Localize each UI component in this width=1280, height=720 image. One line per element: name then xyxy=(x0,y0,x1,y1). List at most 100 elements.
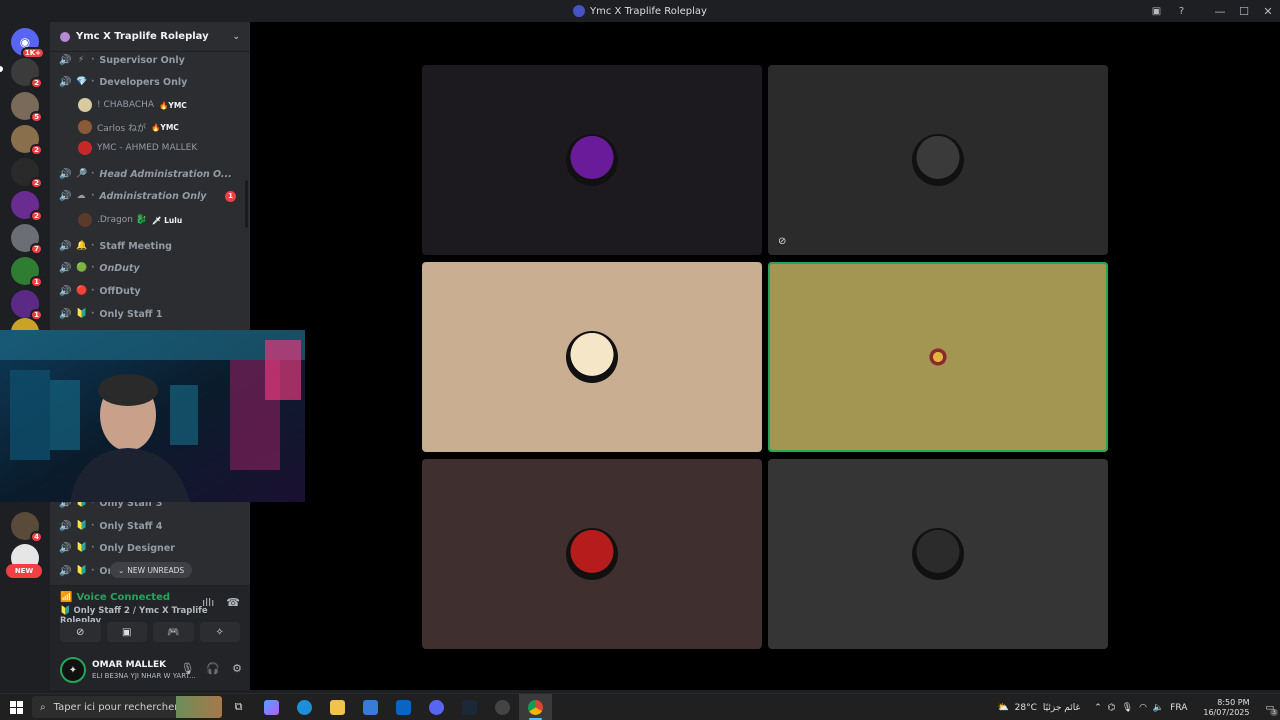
avatar[interactable]: ✦ xyxy=(60,657,86,683)
taskbar-copilot[interactable] xyxy=(255,694,288,720)
participant-tile[interactable] xyxy=(768,262,1108,452)
participant-tile[interactable] xyxy=(768,459,1108,649)
new-unreads-button[interactable]: ⌄ NEW UNREADS xyxy=(110,562,193,578)
channel-name: Supervisor Only xyxy=(99,54,185,66)
clock-date: 16/07/2025 xyxy=(1203,707,1250,717)
staff-icon: 🔰 xyxy=(60,606,74,616)
chevron-down-icon[interactable]: ⌄ xyxy=(232,32,240,42)
voice-member[interactable]: Carlos ねが 🔥YMC xyxy=(78,117,179,137)
member-name: .Dragon 🐉 xyxy=(97,215,147,225)
chevron-up-icon[interactable]: ⌃ xyxy=(1094,703,1102,713)
new-servers-tag[interactable]: NEW xyxy=(6,564,42,578)
weather-icon[interactable]: ⛅ xyxy=(997,703,1008,713)
voice-status[interactable]: 📶 Voice Connected xyxy=(60,592,170,603)
server-icon-7[interactable]: 1 xyxy=(11,290,43,321)
voice-channel[interactable]: 🔊 🔔 · Staff Meeting xyxy=(50,236,246,256)
camera-off-icon: ⊘ xyxy=(76,626,85,638)
member-tag: 🗡 Lulu xyxy=(152,215,183,225)
server-icon-9[interactable]: 4 xyxy=(11,512,43,543)
inbox-icon[interactable]: ▣ xyxy=(1144,0,1169,22)
participant-tile[interactable]: ⊘ xyxy=(768,65,1108,255)
microphone-icon[interactable]: 🎙 xyxy=(180,662,194,675)
channel-name: Only Staff 4 xyxy=(99,520,163,532)
volume-icon[interactable]: 🔈 xyxy=(1153,703,1164,713)
clock[interactable]: 8:50 PM 16/07/2025 xyxy=(1203,698,1249,718)
channel-emoji: 🔰 xyxy=(76,566,88,576)
weather-temp[interactable]: 28°C xyxy=(1015,703,1037,713)
disconnect-icon[interactable]: ☎ xyxy=(226,596,240,609)
taskbar-explorer[interactable] xyxy=(321,694,354,720)
minimize-button[interactable]: — xyxy=(1208,0,1232,22)
scrollbar[interactable] xyxy=(245,180,248,228)
activities-button[interactable]: 🎮 xyxy=(153,622,194,642)
taskbar-edge[interactable] xyxy=(288,694,321,720)
screen-share-icon: ▣ xyxy=(122,626,132,638)
voice-channel[interactable]: 🔊 🔎 · Head Administration O... xyxy=(50,164,246,184)
search-highlight-image xyxy=(176,696,222,718)
microphone-tray-icon[interactable]: 🎙 xyxy=(1122,703,1133,713)
start-button[interactable] xyxy=(0,694,32,720)
speaker-icon: 🔊 xyxy=(59,285,72,297)
taskbar-search[interactable]: ⌕ Taper ici pour rechercher xyxy=(32,696,222,718)
headphones-icon[interactable]: 🎧 xyxy=(206,662,220,675)
voice-channel[interactable]: 🔊 🟢 · OnDuty xyxy=(50,258,246,278)
taskbar-app[interactable] xyxy=(486,694,519,720)
server-icon-3[interactable]: 2 xyxy=(11,158,43,189)
voice-member[interactable]: YMC - AHMED MALLEK xyxy=(78,138,197,158)
username[interactable]: OMAR MALLEK xyxy=(92,660,166,670)
member-tag: 🔥YMC xyxy=(151,122,179,132)
participant-tile[interactable] xyxy=(422,262,762,452)
speaker-icon: 🔊 xyxy=(59,520,72,532)
separator-dot: · xyxy=(91,566,95,576)
voice-channel[interactable]: 🔊 🔰 · Only Staff 1 xyxy=(50,304,246,324)
maximize-button[interactable]: ☐ xyxy=(1232,0,1256,22)
screen-share-button[interactable]: ▣ xyxy=(106,622,147,642)
taskbar-store[interactable] xyxy=(354,694,387,720)
participant-tile[interactable] xyxy=(422,459,762,649)
language-indicator[interactable]: FRA xyxy=(1170,703,1187,713)
notification-icon[interactable]: ▭ 3 xyxy=(1265,703,1278,716)
server-header[interactable]: Ymc X Traplife Roleplay ⌄ xyxy=(50,22,250,52)
server-icon-5[interactable]: 7 xyxy=(11,224,43,255)
voice-member[interactable]: .Dragon 🐉 🗡 Lulu xyxy=(78,210,182,230)
home-button[interactable]: ◉ 1K+ xyxy=(11,28,45,59)
task-view-button[interactable]: ⧉ xyxy=(222,694,255,720)
channel-emoji: 🔰 xyxy=(76,543,88,553)
channel-name: OnDuty xyxy=(99,262,140,274)
search-placeholder: Taper ici pour rechercher xyxy=(53,701,179,713)
clock-time: 8:50 PM xyxy=(1217,697,1250,707)
voice-channel[interactable]: 🔊 💎 · Developers Only xyxy=(50,72,246,92)
network-icon[interactable]: ⌬ xyxy=(1108,703,1116,713)
server-icon-4[interactable]: 2 xyxy=(11,191,43,222)
channel-emoji: 🔰 xyxy=(76,309,88,319)
help-icon[interactable]: ? xyxy=(1169,0,1194,22)
voice-channel[interactable]: 🔊 ⚡ · Supervisor Only xyxy=(50,50,246,70)
camera-off-button[interactable]: ⊘ xyxy=(60,622,101,642)
server-icon-6[interactable]: 1 xyxy=(11,257,43,288)
speaker-icon: 🔊 xyxy=(59,240,72,252)
voice-member[interactable]: ! CHABACHA 🔥YMC xyxy=(78,95,187,115)
taskbar-discord[interactable] xyxy=(420,694,453,720)
noise-suppression-icon[interactable]: ıllı xyxy=(202,596,214,609)
taskbar-steam[interactable] xyxy=(453,694,486,720)
server-icon-2[interactable]: 2 xyxy=(11,125,43,156)
new-unreads-label: NEW UNREADS xyxy=(127,565,185,575)
voice-channel[interactable]: 🔊 🔰 · Only Staff 4 xyxy=(50,516,246,536)
close-button[interactable]: ✕ xyxy=(1256,0,1280,22)
webcam-overlay xyxy=(0,330,305,502)
taskbar-outlook[interactable] xyxy=(387,694,420,720)
voice-channel[interactable]: 🔊 ☁ · Administration Only 1 xyxy=(50,186,246,206)
member-name: YMC - AHMED MALLEK xyxy=(97,143,198,153)
wifi-icon[interactable]: ◠ xyxy=(1139,703,1147,713)
participant-tile[interactable] xyxy=(422,65,762,255)
voice-channel[interactable]: 🔊 🔰 · Only Designer xyxy=(50,538,246,558)
gear-icon[interactable]: ⚙ xyxy=(232,662,242,675)
server-icon-0[interactable]: 2 xyxy=(11,58,43,89)
server-icon-1[interactable]: 5 xyxy=(11,92,43,123)
voice-channel[interactable]: 🔊 🔴 · OffDuty xyxy=(50,281,246,301)
unread-pill xyxy=(0,66,3,72)
separator-dot: · xyxy=(91,286,95,296)
soundboard-button[interactable]: ✧ xyxy=(199,622,240,642)
taskbar-chrome[interactable] xyxy=(519,693,552,720)
channel-name: Head Administration O... xyxy=(99,168,232,180)
